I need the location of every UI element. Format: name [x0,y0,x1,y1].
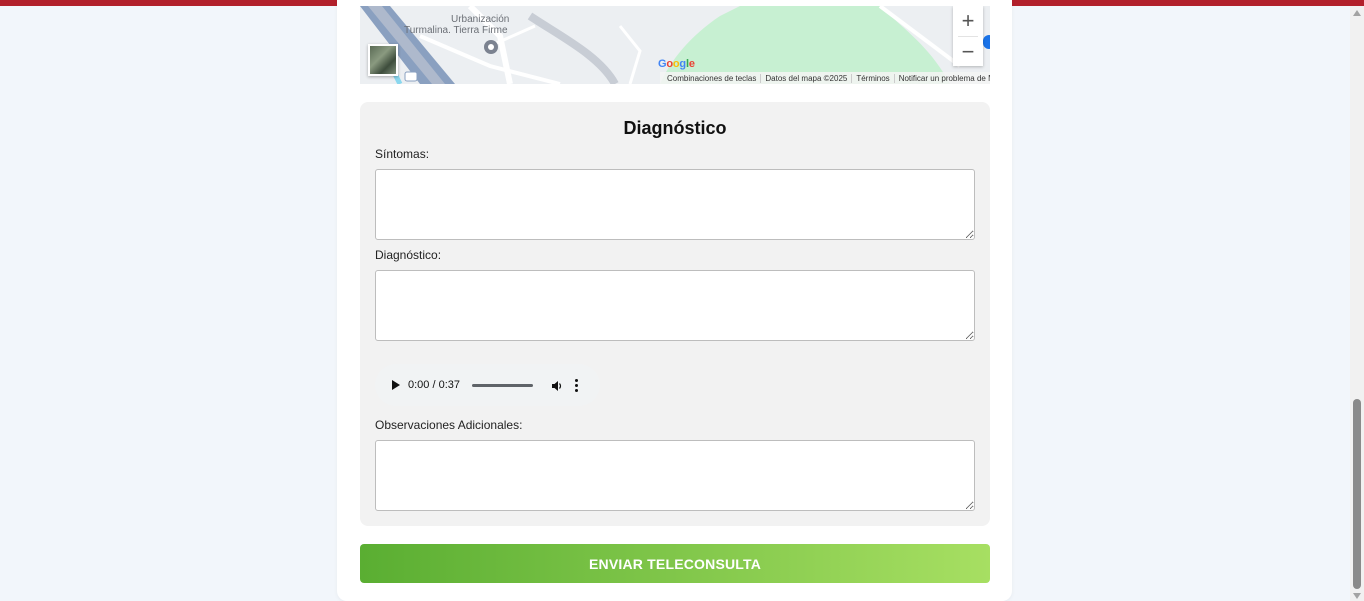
audio-time: 0:00 / 0:37 [408,379,460,391]
map-view[interactable]: Urbanización Turmalina. Tierra Firme Goo… [360,6,990,84]
google-logo: Google [658,58,695,70]
diagnosis-label: Diagnóstico: [375,248,442,262]
satellite-toggle[interactable] [368,44,398,76]
symptoms-textarea[interactable] [375,169,975,240]
volume-icon[interactable] [551,379,563,391]
map-attribution: Combinaciones de teclas Datos del mapa ©… [660,72,990,84]
diagnosis-panel: Diagnóstico Síntomas: Diagnóstico: 0:00 … [360,102,990,526]
zoom-in-button[interactable]: + [953,6,983,36]
zoom-out-button[interactable]: − [953,37,983,67]
scroll-up-icon[interactable] [1353,10,1361,16]
audio-progress-slider[interactable] [472,383,533,387]
play-icon[interactable] [392,380,400,390]
map-label-turmalina: Turmalina. Tierra Firme [404,25,508,36]
report-problem-link[interactable]: Notificar un problema de Maps [895,74,990,83]
map-label-urbanizacion: Urbanización [451,14,510,25]
diagnosis-textarea[interactable] [375,270,975,341]
scroll-down-icon[interactable] [1353,593,1361,599]
location-marker-icon [983,35,990,49]
map-data-text: Datos del mapa ©2025 [761,73,853,83]
zoom-controls: + − [953,6,983,66]
terms-link[interactable]: Términos [852,73,895,83]
more-options-icon[interactable] [575,378,578,392]
observations-label: Observaciones Adicionales: [375,418,523,432]
keyboard-shortcuts-link[interactable]: Combinaciones de teclas [663,73,762,83]
page-scrollbar[interactable] [1350,6,1364,601]
symptoms-label: Síntomas: [375,147,430,161]
submit-teleconsulta-button[interactable]: ENVIAR TELECONSULTA [360,544,990,583]
diagnosis-title: Diagnóstico [623,118,727,138]
scrollbar-thumb[interactable] [1353,399,1361,589]
audio-player: 0:00 / 0:37 [375,364,600,406]
observations-textarea[interactable] [375,440,975,511]
